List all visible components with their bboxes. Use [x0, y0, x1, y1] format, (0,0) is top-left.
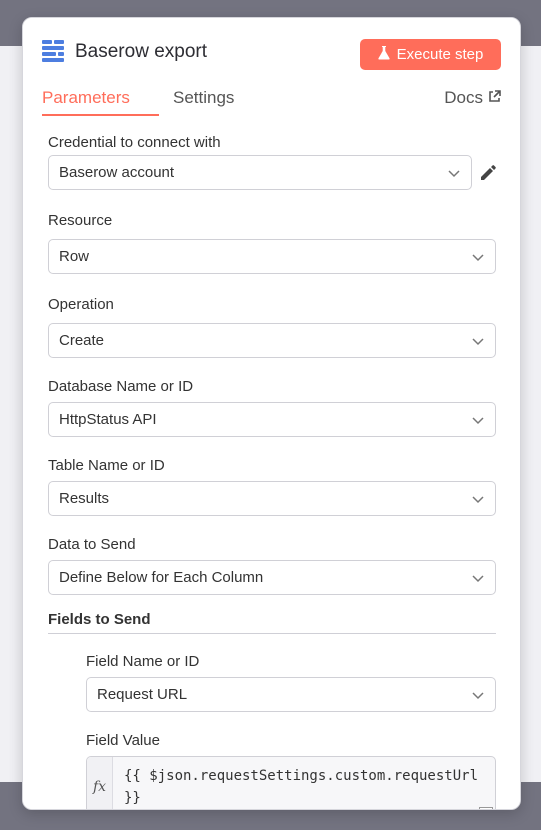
flask-icon [378, 45, 390, 64]
execute-step-label: Execute step [396, 46, 484, 63]
table-value: Results [59, 490, 110, 507]
database-label: Database Name or ID [48, 378, 194, 395]
operation-select[interactable]: Create [48, 323, 496, 358]
docs-link[interactable]: Docs [444, 88, 501, 108]
execute-step-button[interactable]: Execute step [360, 39, 501, 70]
panel-header: Baserow export Execute step Parameters S… [23, 18, 520, 118]
parameters-content: Credential to connect with Baserow accou… [23, 118, 520, 809]
chevron-down-icon [472, 692, 484, 700]
operation-value: Create [59, 332, 105, 349]
data-to-send-value: Define Below for Each Column [59, 569, 264, 586]
table-label: Table Name or ID [48, 457, 165, 474]
operation-label: Operation [48, 296, 114, 313]
data-to-send-select[interactable]: Define Below for Each Column [48, 560, 496, 595]
credential-select[interactable]: Baserow account [48, 155, 472, 190]
table-select[interactable]: Results [48, 481, 496, 516]
fields-to-send-label: Fields to Send [48, 611, 151, 628]
resource-label: Resource [48, 212, 113, 229]
node-title: Baserow export [75, 41, 208, 62]
baserow-icon [42, 40, 64, 62]
edit-credential-icon[interactable] [479, 164, 497, 182]
expression-text[interactable]: {{ $json.requestSettings.custom.requestU… [124, 765, 494, 809]
field-name-select[interactable]: Request URL [86, 677, 496, 712]
database-select[interactable]: HttpStatus API [48, 402, 496, 437]
node-parameters-panel: Baserow export Execute step Parameters S… [22, 17, 521, 810]
field-name-value: Request URL [97, 686, 188, 703]
credential-label: Credential to connect with [48, 134, 221, 151]
field-value-label: Field Value [86, 732, 160, 749]
docs-label: Docs [444, 88, 483, 107]
data-to-send-label: Data to Send [48, 536, 136, 553]
database-value: HttpStatus API [59, 411, 157, 428]
chevron-down-icon [472, 575, 484, 583]
section-divider [48, 633, 496, 634]
chevron-down-icon [472, 254, 484, 262]
chevron-down-icon [472, 417, 484, 425]
field-name-label: Field Name or ID [86, 653, 200, 670]
external-link-icon [488, 88, 501, 108]
fx-icon: fx [87, 757, 113, 809]
credential-value: Baserow account [59, 164, 175, 181]
field-value-expression-editor[interactable]: fx {{ $json.requestSettings.custom.reque… [86, 756, 496, 809]
tab-parameters[interactable]: Parameters [42, 88, 130, 108]
chevron-down-icon [472, 496, 484, 504]
active-tab-indicator [42, 114, 159, 116]
chevron-down-icon [472, 338, 484, 346]
chevron-down-icon [448, 170, 460, 178]
expand-icon[interactable] [479, 807, 493, 809]
resource-value: Row [59, 248, 90, 265]
tab-settings[interactable]: Settings [173, 88, 234, 108]
resource-select[interactable]: Row [48, 239, 496, 274]
